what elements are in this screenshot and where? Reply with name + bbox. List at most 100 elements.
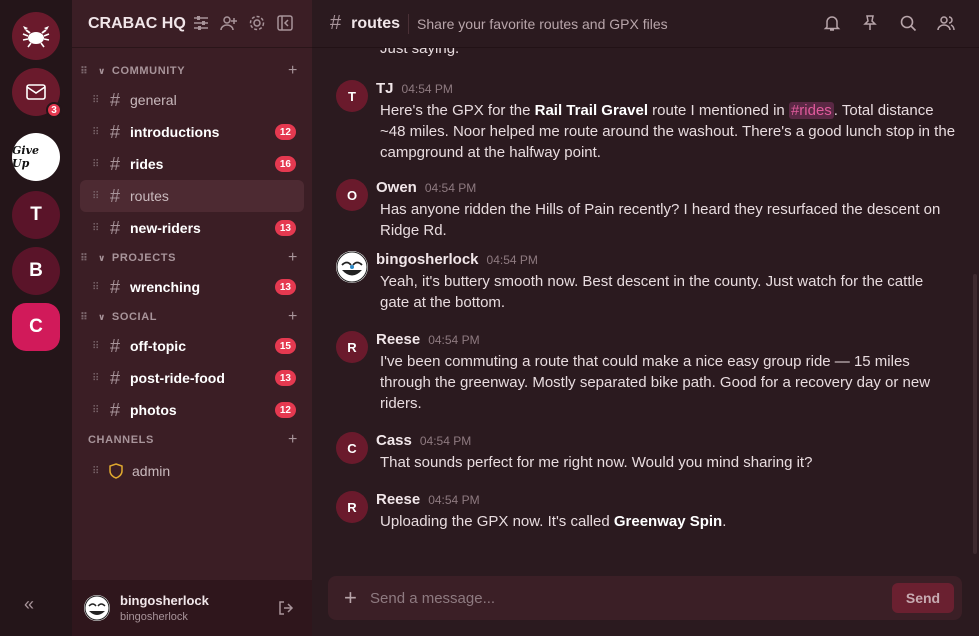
server-c[interactable]: C: [12, 303, 60, 351]
channel-name: admin: [132, 463, 171, 479]
add-channel-icon[interactable]: +: [288, 62, 298, 80]
drag-handle-icon[interactable]: ⠿: [92, 373, 104, 384]
message-text: Here's the GPX for the Rail Trail Gravel…: [380, 102, 956, 161]
server-c-letter: C: [29, 316, 43, 337]
send-button[interactable]: Send: [892, 583, 954, 613]
hash-icon: #: [109, 367, 120, 388]
members-icon[interactable]: [937, 14, 955, 32]
unread-badge: 13: [274, 370, 296, 386]
bell-icon[interactable]: [823, 14, 841, 32]
drag-handle-icon[interactable]: ⠿: [92, 127, 104, 138]
avatar[interactable]: [336, 251, 368, 283]
drag-handle-icon[interactable]: ⠿: [92, 341, 104, 352]
drag-handle-icon[interactable]: ⠿: [92, 159, 104, 170]
category-label: PROJECTS: [111, 252, 177, 264]
message-author[interactable]: bingosherlock: [376, 251, 479, 268]
message-author[interactable]: Reese: [376, 331, 420, 348]
gear-icon[interactable]: [248, 14, 266, 32]
unread-badge: 13: [274, 220, 296, 236]
pin-icon[interactable]: [861, 14, 879, 32]
direct-messages-button[interactable]: 3: [12, 68, 62, 118]
sidebar-item-general[interactable]: ⠿ # general: [80, 84, 304, 116]
message-composer: + Send: [328, 576, 962, 620]
shield-icon: [109, 463, 123, 479]
channel-name: post-ride-food: [130, 370, 225, 386]
category-channels[interactable]: CHANNELS +: [80, 431, 304, 449]
user-panel: bingosherlock bingosherlock: [72, 580, 312, 636]
drag-handle-icon[interactable]: ⠿: [92, 95, 104, 106]
avatar[interactable]: O: [336, 179, 368, 211]
drag-handle-icon[interactable]: ⠿: [92, 282, 104, 293]
hash-icon: #: [109, 217, 120, 238]
channel-name: routes: [130, 188, 169, 204]
category-community[interactable]: ⠿ ∨ COMMUNITY +: [80, 62, 304, 80]
drag-handle-icon[interactable]: ⠿: [92, 191, 104, 202]
message-input[interactable]: [370, 586, 840, 610]
hash-icon: #: [109, 335, 120, 356]
message-list[interactable]: Just saying. T TJ 04:54 PM Here's the GPX…: [312, 48, 979, 568]
message-time: 04:54 PM: [428, 493, 480, 507]
channel-name: rides: [130, 156, 164, 172]
channel-name: off-topic: [130, 338, 186, 354]
hash-icon: #: [109, 185, 120, 206]
give-up-logo: Give Up: [12, 144, 39, 170]
avatar[interactable]: R: [336, 491, 368, 523]
server-t[interactable]: T: [12, 191, 60, 239]
channel-title: routes: [351, 14, 401, 32]
sidebar-item-post-ride-food[interactable]: ⠿ # post-ride-food 13: [80, 362, 304, 394]
collapse-panel-icon[interactable]: [276, 14, 294, 32]
hash-icon: #: [109, 89, 120, 110]
add-channel-icon[interactable]: +: [288, 249, 298, 267]
message-text: I've been commuting a route that could m…: [380, 353, 931, 412]
sidebar-item-off-topic[interactable]: ⠿ # off-topic 15: [80, 330, 304, 362]
drag-handle-icon[interactable]: ⠿: [80, 253, 94, 264]
sidebar-item-routes[interactable]: ⠿ # routes: [80, 180, 304, 212]
server-b[interactable]: B: [12, 247, 60, 295]
sidebar-item-photos[interactable]: ⠿ # photos 12: [80, 394, 304, 426]
message-text: Has anyone ridden the Hills of Pain rece…: [380, 201, 941, 239]
user-name: bingosherlock: [120, 593, 209, 608]
attach-plus-icon[interactable]: +: [344, 585, 357, 611]
drag-handle-icon[interactable]: ⠿: [80, 312, 94, 323]
sidebar-item-rides[interactable]: ⠿ # rides 16: [80, 148, 304, 180]
message-text: Just saying.: [380, 48, 460, 57]
message-author[interactable]: Cass: [376, 432, 412, 449]
logout-icon[interactable]: [278, 600, 294, 616]
sidebar-header: CRABAC HQ: [72, 0, 312, 48]
sidebar-item-new-riders[interactable]: ⠿ # new-riders 13: [80, 212, 304, 244]
message-text: Uploading the GPX now. It's called Green…: [380, 513, 727, 530]
message-author[interactable]: Reese: [376, 491, 420, 508]
category-projects[interactable]: ⠿ ∨ PROJECTS +: [80, 249, 304, 267]
search-icon[interactable]: [899, 14, 917, 32]
drag-handle-icon[interactable]: ⠿: [92, 405, 104, 416]
crab-server-icon[interactable]: [12, 12, 60, 60]
category-social[interactable]: ⠿ ∨ SOCIAL +: [80, 308, 304, 326]
avatar[interactable]: [84, 595, 110, 621]
sidebar-item-wrenching[interactable]: ⠿ # wrenching 13: [80, 271, 304, 303]
server-b-letter: B: [29, 260, 43, 281]
message-author[interactable]: Owen: [376, 179, 417, 196]
category-label: CHANNELS: [88, 434, 154, 446]
hash-icon: #: [109, 399, 120, 420]
sidebar-item-admin[interactable]: ⠿ admin: [80, 455, 304, 487]
drag-handle-icon[interactable]: ⠿: [92, 466, 104, 477]
server-title[interactable]: CRABAC HQ: [88, 15, 186, 33]
give-up-server-icon[interactable]: Give Up: [12, 133, 60, 181]
drag-handle-icon[interactable]: ⠿: [80, 66, 94, 77]
drag-handle-icon[interactable]: ⠿: [92, 223, 104, 234]
unread-badge: 12: [274, 124, 296, 140]
sidebar-item-introductions[interactable]: ⠿ # introductions 12: [80, 116, 304, 148]
unread-badge: 12: [274, 402, 296, 418]
message-author[interactable]: TJ: [376, 80, 394, 97]
filter-sliders-icon[interactable]: [192, 14, 210, 32]
add-user-icon[interactable]: [220, 14, 238, 32]
avatar[interactable]: T: [336, 80, 368, 112]
collapse-sidebar-icon[interactable]: «: [24, 594, 34, 615]
message-time: 04:54 PM: [401, 82, 453, 96]
add-channel-icon[interactable]: +: [288, 308, 298, 326]
avatar[interactable]: C: [336, 432, 368, 464]
scrollbar[interactable]: [973, 274, 977, 554]
add-channel-icon[interactable]: +: [288, 431, 298, 449]
avatar[interactable]: R: [336, 331, 368, 363]
channel-mention[interactable]: #rides: [788, 102, 834, 119]
